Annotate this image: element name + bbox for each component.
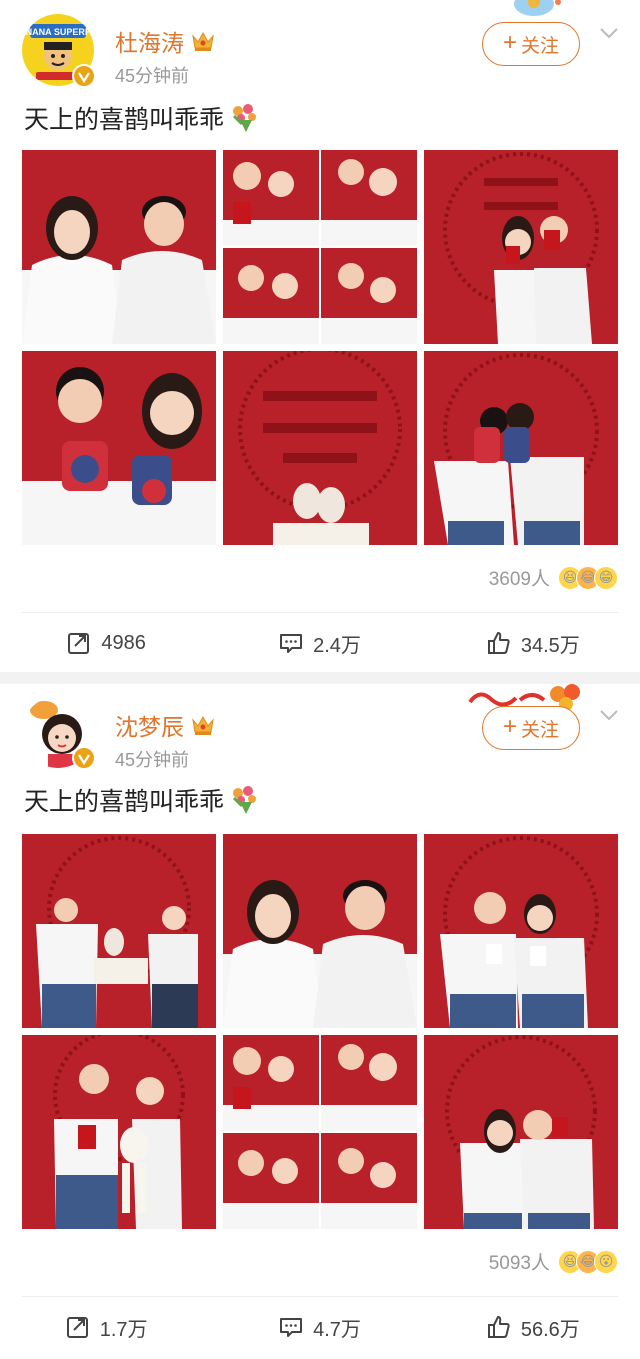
comment-count: 2.4万 bbox=[313, 634, 361, 657]
bouquet-icon bbox=[232, 104, 257, 132]
plus-icon: + bbox=[502, 713, 517, 740]
follow-button[interactable]: + 关注 bbox=[482, 706, 580, 750]
thumbs-up-icon bbox=[487, 632, 510, 654]
follow-button[interactable]: + 关注 bbox=[482, 22, 580, 66]
comment-icon bbox=[280, 1318, 303, 1337]
chevron-down-icon[interactable] bbox=[598, 22, 620, 44]
repost-count: 1.7万 bbox=[99, 1318, 148, 1341]
like-count: 34.5万 bbox=[520, 634, 580, 657]
reactions-summary[interactable]: 5093人 😆 😂 😮 bbox=[489, 1248, 618, 1275]
photo-2[interactable] bbox=[223, 834, 417, 1028]
avatar[interactable]: BANANA SUPERFUN bbox=[22, 14, 96, 88]
reactions-count: 5093人 bbox=[488, 1253, 550, 1274]
post-text: 天上的喜鹊叫乖乖 bbox=[24, 782, 260, 818]
comment-icon bbox=[280, 634, 303, 653]
repost-count: 4986 bbox=[101, 631, 146, 654]
username[interactable]: 沈梦辰 bbox=[115, 708, 216, 742]
photo-grid bbox=[22, 150, 618, 545]
reaction-emojis: 😆 😂 😁 bbox=[558, 565, 618, 590]
photo-6[interactable] bbox=[424, 351, 618, 545]
photo-5[interactable] bbox=[223, 351, 417, 545]
repost-button[interactable]: 1.7万 bbox=[0, 1302, 213, 1352]
action-bar: 1.7万 4.7万 56.6万 bbox=[0, 1302, 640, 1352]
chevron-down-icon[interactable] bbox=[598, 704, 620, 726]
photo-5[interactable] bbox=[223, 1035, 417, 1229]
post-time: 45分钟前 bbox=[115, 66, 190, 86]
crown-icon bbox=[192, 715, 214, 735]
reactions-summary[interactable]: 3609人 😆 😂 😁 bbox=[489, 564, 618, 591]
divider bbox=[22, 1296, 618, 1297]
photo-2[interactable] bbox=[223, 150, 417, 344]
repost-icon bbox=[66, 1317, 88, 1338]
username-text[interactable]: 杜海涛 bbox=[115, 24, 184, 58]
verified-badge-icon bbox=[72, 64, 96, 88]
post-text-content: 天上的喜鹊叫乖乖 bbox=[24, 788, 225, 816]
post-text: 天上的喜鹊叫乖乖 bbox=[24, 100, 260, 136]
action-bar: 4986 2.4万 34.5万 bbox=[0, 618, 640, 668]
photo-grid bbox=[22, 834, 618, 1229]
photo-4[interactable] bbox=[22, 1035, 216, 1229]
verified-badge-icon bbox=[72, 746, 96, 770]
like-count: 56.6万 bbox=[520, 1318, 580, 1341]
repost-button[interactable]: 4986 bbox=[0, 618, 213, 668]
grin-emoji-icon: 😁 bbox=[594, 565, 618, 590]
post-text-content: 天上的喜鹊叫乖乖 bbox=[24, 106, 225, 134]
username[interactable]: 杜海涛 bbox=[115, 24, 216, 58]
repost-icon bbox=[68, 633, 90, 654]
reactions-count: 3609人 bbox=[488, 569, 550, 590]
photo-3[interactable] bbox=[424, 834, 618, 1028]
crown-icon bbox=[192, 31, 214, 51]
comment-button[interactable]: 4.7万 bbox=[213, 1302, 426, 1352]
thumbs-up-icon bbox=[487, 1316, 510, 1338]
reaction-emojis: 😆 😂 😮 bbox=[558, 1249, 618, 1274]
photo-6[interactable] bbox=[424, 1035, 618, 1229]
photo-1[interactable] bbox=[22, 150, 216, 344]
weibo-post-2: 沈梦辰 45分钟前 + 关注 天上的喜鹊叫乖乖 5093人 😆 😂 😮 1.7万… bbox=[0, 684, 640, 1359]
weibo-post-1: BANANA SUPERFUN 杜海涛 45分钟前 + 关注 bbox=[0, 0, 640, 672]
avatar-logo-text: BANANA SUPERFUN bbox=[22, 27, 94, 37]
photo-3[interactable] bbox=[424, 150, 618, 344]
comment-count: 4.7万 bbox=[313, 1318, 361, 1341]
plus-icon: + bbox=[502, 29, 517, 56]
follow-label: 关注 bbox=[521, 719, 560, 741]
divider bbox=[22, 612, 618, 613]
username-text[interactable]: 沈梦辰 bbox=[115, 708, 184, 742]
photo-4[interactable] bbox=[22, 351, 216, 545]
like-button[interactable]: 34.5万 bbox=[427, 618, 640, 668]
follow-label: 关注 bbox=[521, 35, 560, 57]
photo-1[interactable] bbox=[22, 834, 216, 1028]
comment-button[interactable]: 2.4万 bbox=[213, 618, 426, 668]
bouquet-icon bbox=[232, 786, 257, 814]
avatar[interactable] bbox=[22, 696, 96, 770]
surprised-emoji-icon: 😮 bbox=[594, 1249, 618, 1274]
header-decoration bbox=[514, 0, 561, 16]
post-time: 45分钟前 bbox=[115, 750, 190, 770]
like-button[interactable]: 56.6万 bbox=[427, 1302, 640, 1352]
